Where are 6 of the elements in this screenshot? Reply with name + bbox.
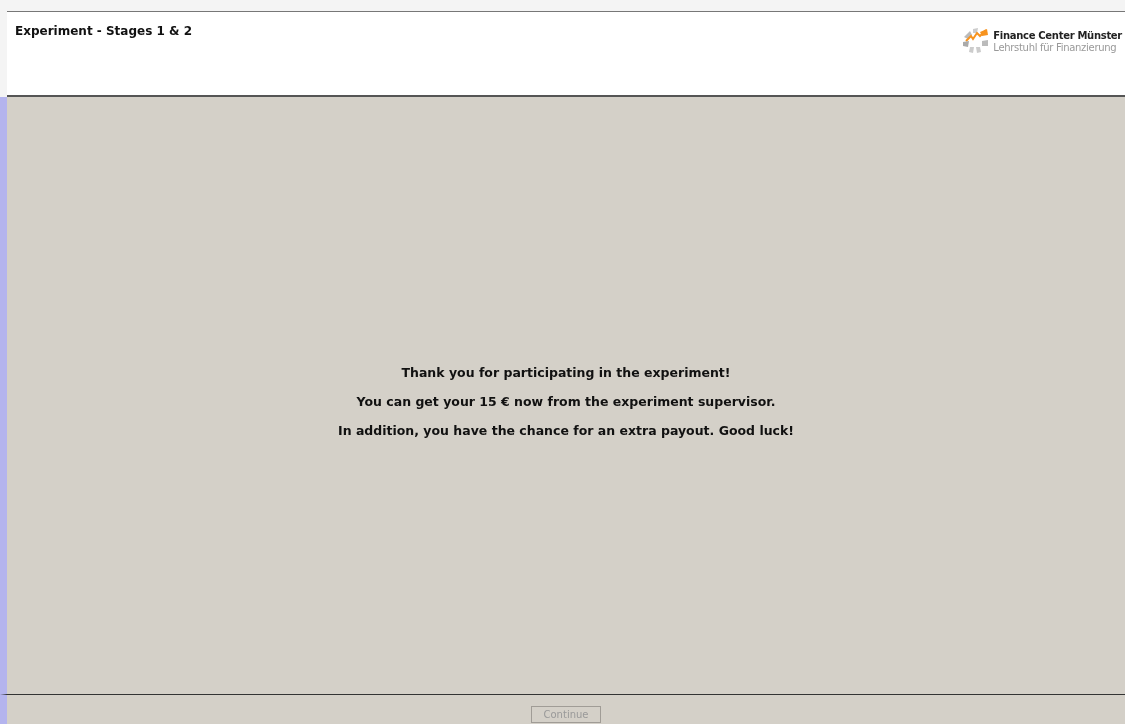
logo-subtitle: Lehrstuhl für Finanzierung xyxy=(993,42,1118,54)
message-text: Thank you for participating in the experiment! xyxy=(401,365,731,380)
logo-name: Finance Center Münster xyxy=(993,30,1122,42)
page-title: Experiment - Stages 1 & 2 xyxy=(15,24,192,38)
message-text: In addition, you have the chance for an extra payout. Good luck! xyxy=(338,423,794,438)
message-text: You can get your 15 € now from the experiment supervisor. xyxy=(356,394,776,409)
